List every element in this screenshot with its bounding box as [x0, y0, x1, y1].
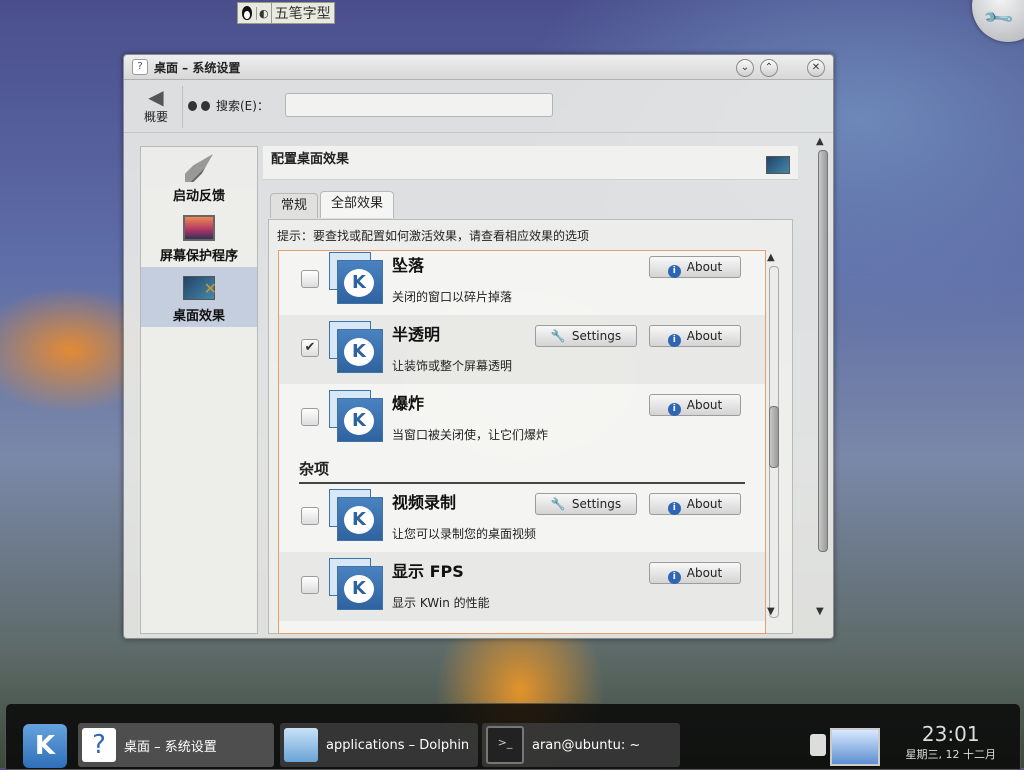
scroll-up-icon[interactable]: ▲: [816, 136, 824, 147]
about-button[interactable]: i About: [649, 325, 741, 347]
scrollbar-thumb[interactable]: [769, 406, 779, 468]
tab-all-effects[interactable]: 全部效果: [320, 191, 395, 218]
overview-back-button[interactable]: ◀ 概要: [130, 86, 183, 128]
page-scrollbar[interactable]: ▲ ▼: [814, 136, 830, 632]
all-effects-panel: 提示：要查找或配置如何激活效果，请查看相应效果的选项 K 坠落 关闭的窗口以碎片…: [268, 219, 793, 634]
help-app-icon: ?: [82, 728, 116, 762]
window-titlebar[interactable]: ? 桌面 – 系统设置: [124, 55, 833, 80]
page-title: 配置桌面效果: [263, 146, 798, 180]
effect-name: 半透明: [392, 325, 441, 344]
clock-date: 星期三, 12 十二月: [905, 748, 997, 761]
wrench-icon: 🔧: [981, 0, 1016, 36]
settings-button[interactable]: 🔧 Settings: [535, 493, 637, 515]
effect-description: 当窗口被关闭使，让它们爆炸: [392, 428, 549, 442]
effect-row-explosion: K 爆炸 当窗口被关闭使，让它们爆炸 i About: [279, 384, 765, 453]
toolbar: ◀ 概要 搜索(E)：: [124, 80, 833, 133]
effect-row-fall-apart: K 坠落 关闭的窗口以碎片掉落 i About: [279, 251, 765, 315]
about-button[interactable]: i About: [649, 562, 741, 584]
halfwidth-icon: ◐: [256, 6, 271, 20]
effect-description: 关闭的窗口以碎片掉落: [392, 290, 513, 304]
overview-label: 概要: [143, 110, 168, 124]
back-arrow-icon: ◀: [148, 85, 164, 109]
kwin-effect-icon: K: [329, 489, 383, 541]
effect-checkbox[interactable]: [301, 408, 319, 426]
window-title: 桌面 – 系统设置: [154, 60, 241, 75]
penguin-icon: [240, 5, 254, 21]
digital-clock[interactable]: 23:01 星期三, 12 十二月: [906, 722, 997, 762]
network-monitor-icon[interactable]: [830, 728, 880, 766]
info-icon: i: [667, 502, 681, 515]
kwin-effect-icon: K: [329, 390, 383, 442]
scroll-down-icon[interactable]: ▼: [767, 606, 775, 617]
desktop-toolbox-corner[interactable]: 🔧: [972, 0, 1024, 42]
info-icon: i: [667, 265, 681, 278]
clock-time: 23:01: [921, 722, 980, 746]
hint-text: 提示：要查找或配置如何激活效果，请查看相应效果的选项: [277, 229, 590, 243]
rocket-icon: [185, 154, 213, 182]
task-dolphin[interactable]: applications – Dolphin: [280, 723, 478, 767]
scrollbar-thumb[interactable]: [818, 150, 828, 552]
effect-description: 让您可以录制您的桌面视频: [392, 527, 537, 541]
effect-row-translucency: ✔ K 半透明 让装饰或整个屏幕透明 🔧 Settings i About: [279, 315, 765, 384]
task-system-settings[interactable]: ? 桌面 – 系统设置: [78, 723, 274, 767]
effect-checkbox[interactable]: [301, 507, 319, 525]
effect-row-show-fps: K 显示 FPS 显示 KWin 的性能 i About: [279, 552, 765, 621]
info-icon: i: [667, 403, 681, 416]
maximize-button[interactable]: ⌃: [760, 59, 778, 77]
scroll-up-icon[interactable]: ▲: [767, 252, 775, 263]
clipboard-icon[interactable]: [810, 734, 826, 756]
sidebar-item-screensaver[interactable]: 屏幕保护程序: [141, 207, 257, 267]
task-terminal[interactable]: >_ aran@ubuntu: ~: [482, 723, 680, 767]
kwin-effect-icon: K: [329, 321, 383, 373]
tab-general[interactable]: 常规: [270, 193, 319, 218]
about-button[interactable]: i About: [649, 256, 741, 278]
help-app-icon: ?: [132, 59, 148, 75]
desktop-effects-icon: [183, 276, 217, 300]
search-input[interactable]: [285, 93, 553, 117]
tab-bar: 常规 全部效果: [270, 191, 396, 218]
kwin-effect-icon: K: [329, 252, 383, 304]
effect-name: 视频录制: [392, 493, 457, 512]
input-method-name: 五笔字型: [270, 3, 334, 23]
category-sidebar: 启动反馈 屏幕保护程序 桌面效果: [140, 146, 258, 634]
info-icon: i: [667, 334, 681, 347]
scroll-down-icon[interactable]: ▼: [816, 606, 824, 617]
sidebar-item-launch-feedback[interactable]: 启动反馈: [141, 147, 257, 207]
effect-name: 显示 FPS: [392, 562, 464, 581]
effect-checkbox[interactable]: ✔: [301, 339, 319, 357]
effect-description: 显示 KWin 的性能: [392, 596, 490, 610]
desktop-effects-icon: [766, 156, 790, 174]
minimize-button[interactable]: ⌄: [736, 59, 754, 77]
effect-name: 坠落: [392, 256, 425, 275]
kwin-effect-icon: K: [329, 558, 383, 610]
effects-list: K 坠落 关闭的窗口以碎片掉落 i About ✔ K 半透明 让装饰或整个屏幕透…: [278, 250, 766, 634]
info-icon: i: [667, 571, 681, 584]
sidebar-item-desktop-effects[interactable]: 桌面效果: [141, 267, 257, 327]
file-manager-icon: [284, 728, 318, 762]
screensaver-icon: [183, 215, 215, 241]
kde-menu-button[interactable]: K: [23, 724, 67, 768]
binoculars-icon: [188, 100, 210, 112]
effect-description: 让装饰或整个屏幕透明: [392, 359, 513, 373]
search-label: 搜索(E)：: [188, 97, 269, 114]
input-method-indicator[interactable]: ◐ 五笔字型: [237, 2, 335, 24]
settings-button[interactable]: 🔧 Settings: [535, 325, 637, 347]
about-button[interactable]: i About: [649, 394, 741, 416]
about-button[interactable]: i About: [649, 493, 741, 515]
effects-list-scrollbar[interactable]: ▲ ▼: [765, 250, 783, 632]
terminal-icon: >_: [486, 726, 524, 764]
effect-checkbox[interactable]: [301, 576, 319, 594]
wrench-icon: 🔧: [550, 497, 566, 511]
effect-row-video-record: K 视频录制 让您可以录制您的桌面视频 🔧 Settings i About: [279, 483, 765, 552]
effect-name: 爆炸: [392, 394, 425, 413]
system-settings-window: ? 桌面 – 系统设置 ⌄ ⌃ ✕ ◀ 概要 搜索(E)： 启动反馈 屏幕保护程…: [123, 54, 834, 639]
section-heading-misc: 杂项: [299, 458, 745, 484]
effect-checkbox[interactable]: [301, 270, 319, 288]
wrench-icon: 🔧: [550, 329, 566, 343]
taskbar: K ? 桌面 – 系统设置 applications – Dolphin >_ …: [5, 703, 1021, 770]
close-button[interactable]: ✕: [807, 59, 825, 77]
